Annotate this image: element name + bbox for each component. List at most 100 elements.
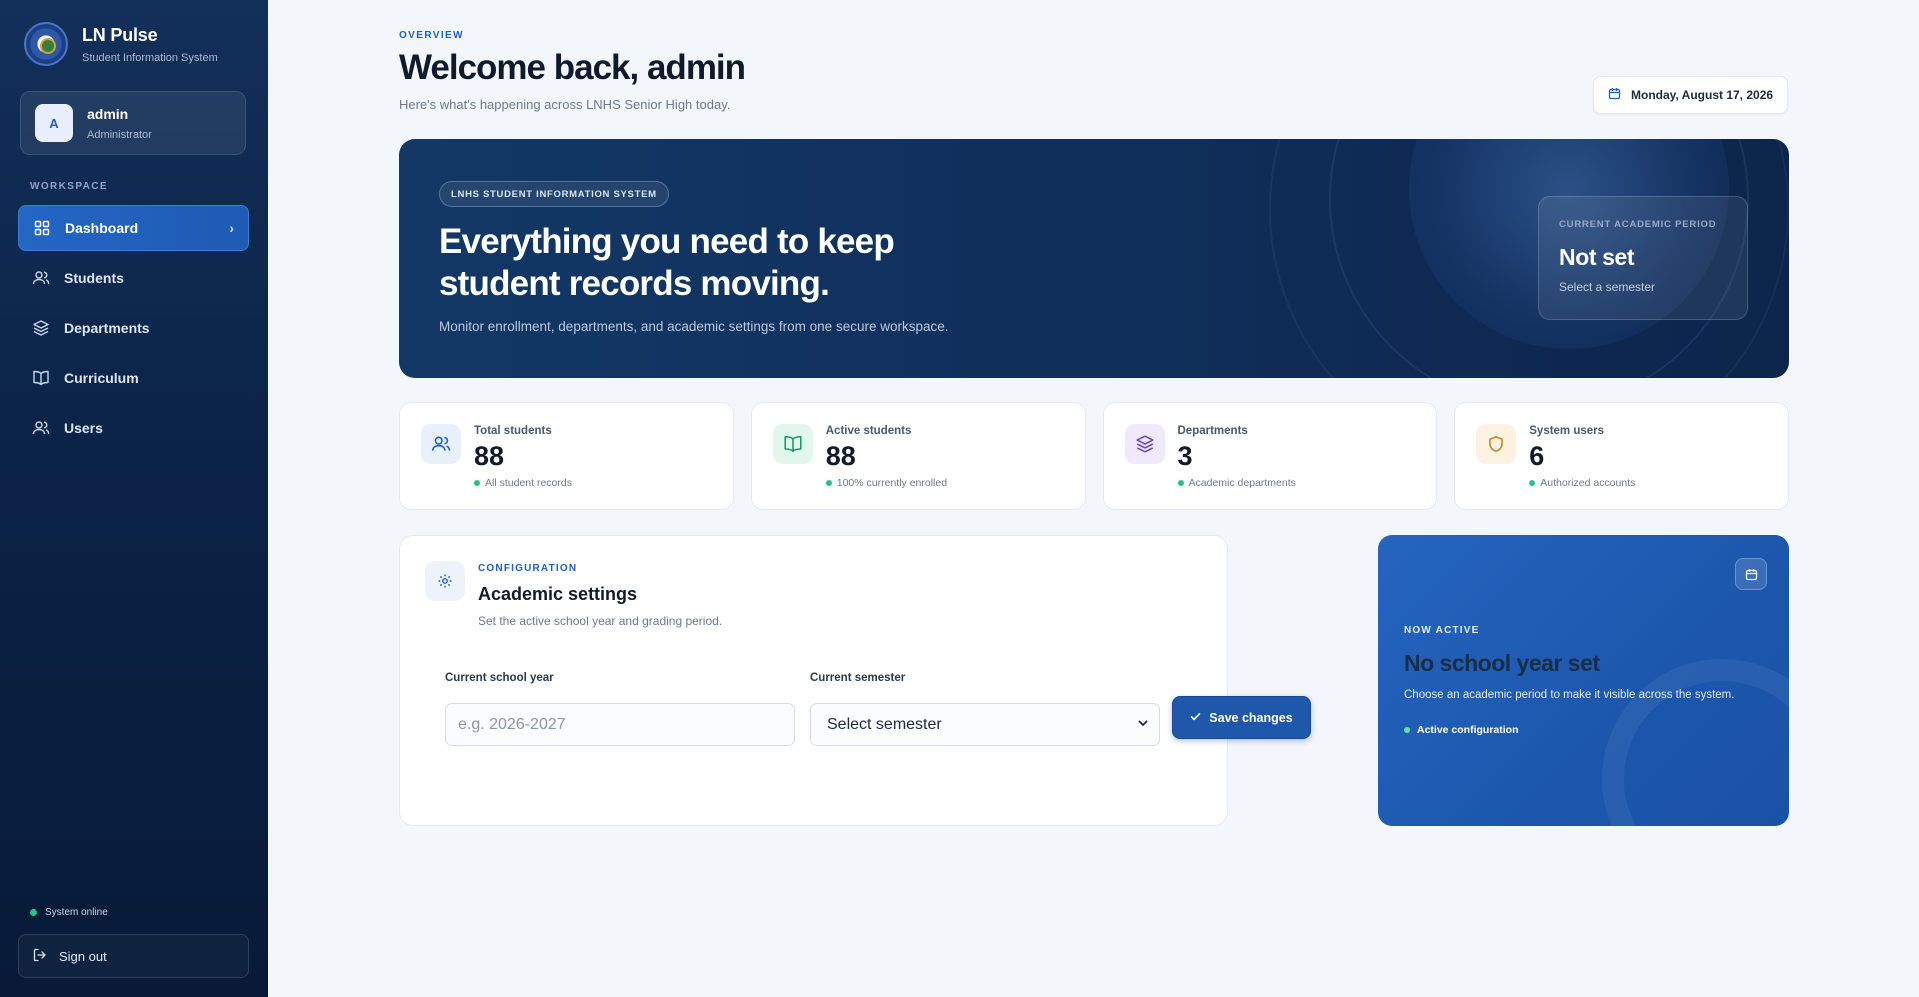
sidebar-item-label: Departments (64, 320, 150, 336)
user-card[interactable]: A admin Administrator (20, 91, 246, 155)
hero-banner: LNHS STUDENT INFORMATION SYSTEM Everythi… (399, 139, 1789, 378)
status-dot-icon (30, 909, 37, 916)
semester-selected-value: Select semester (827, 715, 942, 733)
active-config-tag: Active configuration (1404, 724, 1519, 736)
shield-icon (1476, 424, 1517, 464)
stat-value: 88 (474, 441, 505, 471)
brand-subtitle: Student Information System (82, 51, 218, 64)
stat-card-total-students: Total students 88 All student records (399, 402, 734, 510)
config-subtitle: Set the active school year and grading p… (478, 614, 723, 628)
stat-note-text: 100% currently enrolled (836, 477, 948, 489)
period-label: CURRENT ACADEMIC PERIOD (1559, 219, 1717, 230)
users-icon (32, 269, 50, 287)
academic-settings-card: CONFIGURATION Academic settings Set the … (399, 535, 1311, 826)
stat-label: Active students (825, 425, 912, 437)
school-year-label: Current school year (445, 672, 554, 684)
active-config-label: Active configuration (1417, 724, 1519, 736)
config-title: Academic settings (478, 584, 638, 604)
stat-label: System users (1529, 425, 1605, 437)
config-eyebrow: CONFIGURATION (478, 563, 578, 574)
school-year-input[interactable] (445, 703, 795, 746)
sidebar-item-departments[interactable]: Departments (18, 305, 249, 351)
hero-title-line: Everything you need to keep (439, 222, 895, 261)
avatar: A (35, 104, 73, 142)
decorative-arc (1602, 659, 1789, 826)
dot-icon (825, 480, 832, 486)
main-content: OVERVIEW Welcome back, admin Here's what… (268, 0, 1919, 997)
stat-card-departments: Departments 3 Academic departments (1102, 402, 1438, 510)
save-changes-button[interactable]: Save changes (1172, 696, 1311, 739)
stat-note: 100% currently enrolled (825, 477, 948, 489)
sidebar-item-users[interactable]: Users (18, 405, 249, 451)
sidebar-item-curriculum[interactable]: Curriculum (18, 355, 249, 401)
calendar-icon (1608, 87, 1621, 103)
workspace-section-label: WORKSPACE (30, 181, 108, 192)
book-open-icon (772, 424, 813, 464)
stat-note-text: Academic departments (1188, 477, 1296, 489)
user-role: Administrator (87, 128, 152, 141)
now-active-subtitle: Choose an academic period to make it vis… (1404, 689, 1735, 701)
period-value: Not set (1559, 244, 1635, 270)
hero-title-line: student records moving. (439, 264, 830, 303)
date-badge: Monday, August 17, 2026 (1593, 76, 1789, 114)
sidebar-item-label: Students (64, 270, 124, 286)
stat-value: 88 (825, 441, 856, 471)
sidebar-item-label: Dashboard (65, 220, 139, 236)
now-active-card: NOW ACTIVE No school year set Choose an … (1378, 535, 1789, 826)
semester-select[interactable]: Select semester (810, 703, 1160, 746)
brand: LN Pulse Student Information System (24, 22, 218, 66)
user-name: admin (87, 105, 129, 122)
hero-subtitle: Monitor enrollment, departments, and aca… (439, 319, 949, 334)
sidebar-item-label: Curriculum (64, 370, 139, 386)
hero-title: Everything you need to keep student reco… (439, 221, 1039, 305)
system-status: System online (30, 907, 108, 918)
sign-out-button[interactable]: Sign out (18, 934, 249, 978)
grid-icon (33, 219, 51, 237)
stat-note: Academic departments (1177, 477, 1296, 489)
brand-title: LN Pulse (82, 24, 158, 45)
chevron-right-icon: › (229, 220, 234, 236)
dot-icon (474, 480, 480, 486)
now-active-title: No school year set (1404, 650, 1600, 676)
dot-icon (1529, 480, 1536, 486)
stat-card-system-users: System users 6 Authorized accounts (1454, 402, 1789, 510)
status-dot-icon (1404, 727, 1410, 733)
logout-icon (33, 948, 47, 965)
gear-icon (425, 561, 465, 601)
stat-label: Total students (474, 425, 552, 437)
sidebar-item-dashboard[interactable]: Dashboard › (18, 205, 249, 251)
layers-icon (1124, 424, 1165, 464)
sidebar: LN Pulse Student Information System A ad… (0, 0, 268, 997)
page-title: Welcome back, admin (399, 48, 746, 87)
page-subtitle: Here's what's happening across LNHS Seni… (399, 97, 731, 112)
stat-label: Departments (1177, 425, 1248, 437)
check-icon (1190, 711, 1201, 725)
users-icon (32, 419, 50, 437)
calendar-icon (1735, 558, 1767, 590)
overview-eyebrow: OVERVIEW (399, 30, 464, 41)
users-icon (421, 424, 461, 464)
sidebar-item-label: Users (64, 420, 103, 436)
stat-value: 6 (1529, 441, 1545, 471)
stats-row: Total students 88 All student records Ac… (399, 402, 1789, 510)
academic-period-card: CURRENT ACADEMIC PERIOD Not set Select a… (1538, 196, 1748, 320)
sidebar-item-students[interactable]: Students (18, 255, 249, 301)
stat-note-text: All student records (485, 477, 572, 489)
system-status-text: System online (45, 907, 108, 918)
stat-note-text: Authorized accounts (1540, 477, 1636, 489)
period-hint: Select a semester (1559, 280, 1656, 294)
chevron-down-icon (1137, 716, 1149, 734)
stat-note: All student records (474, 477, 572, 489)
current-date: Monday, August 17, 2026 (1631, 88, 1774, 102)
stat-note: Authorized accounts (1529, 477, 1635, 489)
layers-icon (32, 319, 50, 337)
sidebar-nav: Dashboard › Students Departments Curricu… (18, 205, 249, 455)
hero-badge: LNHS STUDENT INFORMATION SYSTEM (439, 181, 669, 207)
sign-out-label: Sign out (59, 948, 107, 964)
stat-value: 3 (1177, 441, 1193, 471)
book-icon (32, 369, 50, 387)
save-changes-label: Save changes (1209, 710, 1293, 725)
now-active-eyebrow: NOW ACTIVE (1404, 625, 1480, 636)
stat-card-active-students: Active students 88 100% currently enroll… (750, 402, 1086, 510)
school-seal-logo (24, 22, 68, 66)
